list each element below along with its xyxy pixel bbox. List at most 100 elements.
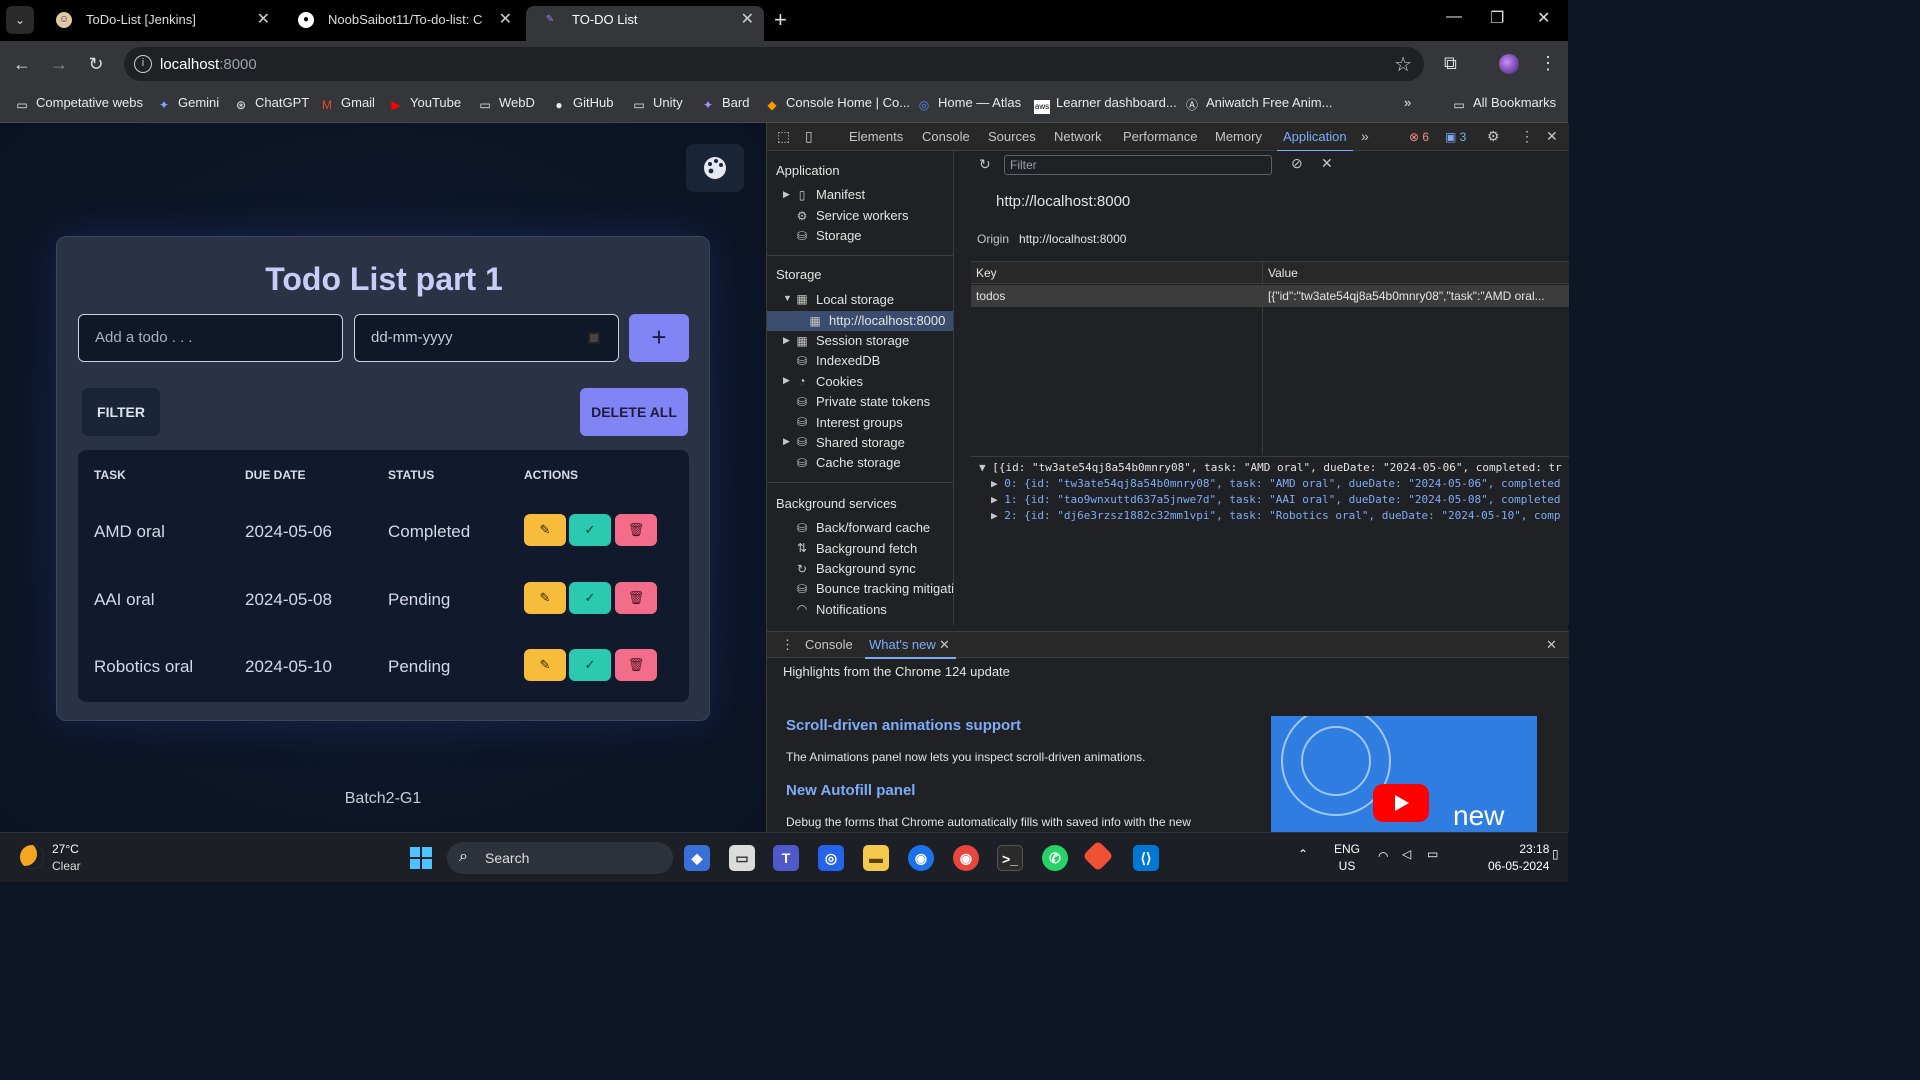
bookmark-item[interactable]: M Gmail bbox=[319, 95, 375, 112]
message-badge[interactable]: ▣ 3 bbox=[1445, 130, 1466, 144]
language-indicator[interactable]: ENG US bbox=[1334, 842, 1360, 873]
json-item-line[interactable]: ▶ 0: {id: "tw3ate54qj8a54b0mnry08", task… bbox=[991, 477, 1567, 490]
more-bookmarks-icon[interactable]: » bbox=[1404, 95, 1411, 110]
address-bar[interactable]: i localhost:8000 ☆ bbox=[124, 47, 1424, 81]
value-column-header[interactable]: Value bbox=[1268, 266, 1298, 280]
sidebar-item-private-state-tokens[interactable]: Private state tokens bbox=[816, 394, 930, 409]
bookmark-item[interactable]: ⊛ ChatGPT bbox=[233, 95, 309, 112]
edit-button[interactable]: ✎ bbox=[524, 649, 566, 681]
browser-tab-todo[interactable]: ✎ TO-DO List ✕ bbox=[526, 6, 764, 41]
expand-arrow-icon[interactable]: ▶ bbox=[783, 375, 790, 386]
add-todo-button[interactable]: + bbox=[629, 314, 689, 362]
due-date-input[interactable]: dd-mm-yyyy bbox=[354, 314, 619, 362]
close-tab-icon[interactable]: ✕ bbox=[741, 6, 754, 34]
profile-avatar[interactable] bbox=[1499, 54, 1519, 74]
expand-arrow-icon[interactable]: ▶ bbox=[991, 477, 1004, 490]
expand-arrow-icon[interactable]: ▶ bbox=[783, 189, 790, 200]
forward-icon[interactable]: → bbox=[47, 52, 71, 76]
chrome-active-icon[interactable]: ◉ bbox=[953, 845, 979, 871]
tab-search-button[interactable]: ⌄ bbox=[6, 6, 34, 34]
whats-new-video-thumbnail[interactable]: new bbox=[1271, 716, 1537, 836]
expand-arrow-icon[interactable]: ▶ bbox=[783, 436, 790, 447]
git-icon[interactable] bbox=[1082, 840, 1114, 872]
tab-network[interactable]: Network bbox=[1054, 129, 1102, 144]
bookmark-item[interactable]: ● GitHub bbox=[551, 95, 613, 112]
bookmark-item[interactable]: ▭ Unity bbox=[631, 95, 682, 112]
file-explorer-icon[interactable]: ▬ bbox=[863, 845, 889, 871]
copilot-icon[interactable]: ◆ bbox=[684, 845, 710, 871]
device-toolbar-icon[interactable]: ▯ bbox=[805, 128, 813, 145]
all-bookmarks[interactable]: ▭ All Bookmarks bbox=[1451, 95, 1556, 112]
whats-new-link[interactable]: Scroll-driven animations support bbox=[786, 717, 1021, 734]
edit-button[interactable]: ✎ bbox=[524, 514, 566, 546]
extensions-icon[interactable]: ⧉ bbox=[1444, 53, 1457, 74]
delete-selected-icon[interactable]: ✕ bbox=[1321, 155, 1333, 172]
app-icon[interactable]: ◎ bbox=[818, 845, 844, 871]
more-tabs-icon[interactable]: » bbox=[1361, 128, 1369, 144]
site-info-icon[interactable]: i bbox=[134, 55, 152, 73]
expand-arrow-icon[interactable]: ▶ bbox=[783, 335, 790, 346]
volume-icon[interactable]: ◁ bbox=[1402, 847, 1411, 861]
drawer-tab-console[interactable]: Console bbox=[805, 637, 853, 652]
tab-console[interactable]: Console bbox=[922, 129, 970, 144]
sidebar-item-cache-storage[interactable]: Cache storage bbox=[816, 455, 901, 470]
bookmark-item[interactable]: ✦ Bard bbox=[700, 95, 750, 112]
notifications-icon[interactable]: ▯ bbox=[1552, 847, 1559, 861]
complete-button[interactable]: ✓ bbox=[569, 514, 611, 546]
todo-input[interactable]: Add a todo . . . bbox=[78, 314, 343, 362]
menu-icon[interactable]: ⋮ bbox=[1539, 53, 1557, 74]
bookmark-item[interactable]: ◎ Home — Atlas bbox=[916, 95, 1021, 112]
teams-icon[interactable]: T bbox=[773, 845, 799, 871]
close-tab-icon[interactable]: ✕ bbox=[939, 637, 950, 653]
windows-start-icon[interactable] bbox=[408, 845, 434, 871]
expand-arrow-icon[interactable]: ▶ bbox=[991, 493, 1004, 506]
drawer-tab-whats-new[interactable]: What's new bbox=[865, 637, 956, 659]
json-item-line[interactable]: ▶ 1: {id: "tao9wnxuttd637a5jnwe7d", task… bbox=[991, 493, 1567, 506]
complete-button[interactable]: ✓ bbox=[569, 582, 611, 614]
battery-icon[interactable]: ▭ bbox=[1427, 847, 1438, 861]
delete-all-button[interactable]: DELETE ALL bbox=[580, 388, 688, 436]
close-devtools-icon[interactable]: ✕ bbox=[1546, 128, 1558, 145]
collapse-arrow-icon[interactable]: ▼ bbox=[979, 461, 992, 474]
theme-palette-button[interactable] bbox=[686, 144, 744, 192]
vscode-icon[interactable]: ⟨⟩ bbox=[1133, 845, 1159, 871]
browser-tab-github[interactable]: ● NoobSaibot11/To-do-list: Creat ✕ bbox=[282, 6, 522, 41]
refresh-icon[interactable]: ↻ bbox=[979, 156, 991, 173]
devtools-menu-icon[interactable]: ⋮ bbox=[1520, 128, 1534, 145]
key-column-header[interactable]: Key bbox=[976, 266, 997, 280]
wifi-icon[interactable]: ◠ bbox=[1378, 849, 1388, 863]
bookmark-item[interactable]: Ⓐ Aniwatch Free Anim... bbox=[1184, 95, 1332, 112]
sidebar-item-local-storage[interactable]: Local storage bbox=[816, 292, 894, 307]
browser-tab-jenkins[interactable]: ☺ ToDo-List [Jenkins] ✕ bbox=[40, 6, 280, 41]
delete-button[interactable]: 🗑 bbox=[615, 514, 657, 546]
taskbar-search[interactable]: ⌕ Search bbox=[447, 842, 673, 874]
delete-button[interactable]: 🗑 bbox=[615, 649, 657, 681]
sidebar-item-background-fetch[interactable]: Background fetch bbox=[816, 541, 917, 556]
error-badge[interactable]: ⊗ 6 bbox=[1409, 130, 1429, 144]
sidebar-item-interest-groups[interactable]: Interest groups bbox=[816, 415, 903, 430]
json-item-line[interactable]: ▶ 2: {id: "dj6e3rzsz1882c32mm1vpi", task… bbox=[991, 509, 1567, 522]
sidebar-item-shared-storage[interactable]: Shared storage bbox=[816, 435, 905, 450]
table-row[interactable]: todos [{"id":"tw3ate54qj8a54b0mnry08","t… bbox=[971, 285, 1569, 307]
sidebar-item-session-storage[interactable]: Session storage bbox=[816, 333, 909, 348]
expand-arrow-icon[interactable]: ▶ bbox=[991, 509, 1004, 522]
clock[interactable]: 23:18 06-05-2024 bbox=[1488, 842, 1549, 873]
delete-button[interactable]: 🗑 bbox=[615, 582, 657, 614]
tab-application[interactable]: Application bbox=[1277, 129, 1353, 152]
json-root-line[interactable]: ▼ [{id: "tw3ate54qj8a54b0mnry08", task: … bbox=[979, 461, 1565, 474]
bookmark-item[interactable]: aws Learner dashboard... bbox=[1034, 95, 1177, 114]
minimize-icon[interactable]: — bbox=[1446, 8, 1462, 26]
filter-button[interactable]: FILTER bbox=[82, 388, 160, 436]
bookmark-item[interactable]: ▶ YouTube bbox=[388, 95, 461, 112]
sidebar-item-indexeddb[interactable]: IndexedDB bbox=[816, 353, 880, 368]
close-tab-icon[interactable]: ✕ bbox=[257, 6, 270, 34]
sidebar-item-manifest[interactable]: Manifest bbox=[816, 187, 865, 202]
new-tab-button[interactable]: + bbox=[774, 8, 787, 32]
moon-icon[interactable] bbox=[20, 845, 44, 869]
tab-elements[interactable]: Elements bbox=[849, 129, 903, 144]
reload-icon[interactable]: ↻ bbox=[84, 52, 108, 76]
calendar-icon[interactable] bbox=[588, 332, 600, 344]
close-window-icon[interactable]: ✕ bbox=[1537, 8, 1550, 28]
sidebar-item-notifications[interactable]: Notifications bbox=[816, 602, 887, 617]
weather-condition[interactable]: Clear bbox=[52, 859, 81, 873]
